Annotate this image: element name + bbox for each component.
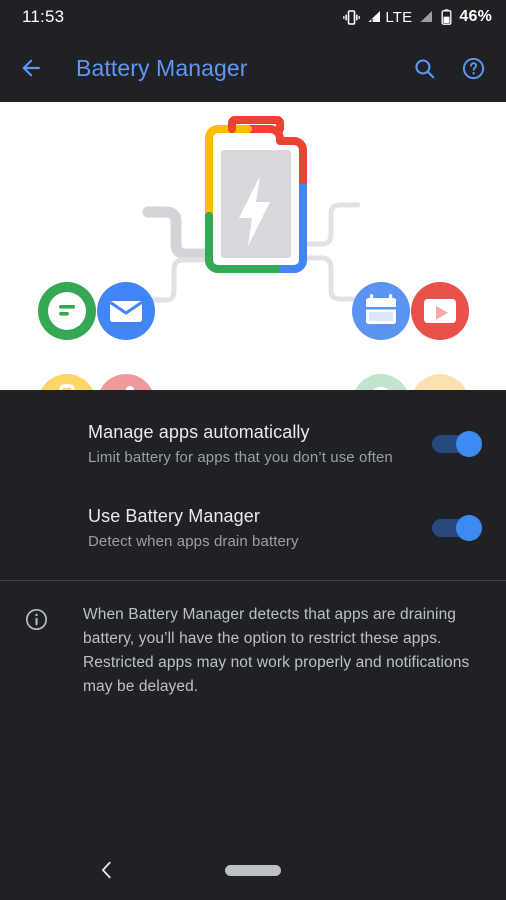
pref-summary: Detect when apps drain battery (88, 533, 299, 550)
fitness-icon (100, 374, 152, 390)
toggle-manage-apps-automatically[interactable] (430, 428, 482, 460)
status-bar: 11:53 x LTE 46% (0, 0, 506, 34)
pref-text-block: Manage apps automatically Limit battery … (88, 420, 430, 468)
pref-summary: Limit battery for apps that you don’t us… (88, 449, 393, 466)
phone-screen: 11:53 x LTE 46% Battery Manager Manage a… (0, 0, 506, 900)
pref-text-block: Use Battery Manager Detect when apps dra… (88, 504, 430, 552)
arrow-back-icon[interactable] (18, 55, 44, 81)
chevron-back-icon[interactable] (96, 859, 118, 881)
info-circle-icon (24, 607, 49, 699)
vibrate-icon (343, 9, 361, 25)
status-bar-clock: 11:53 (22, 7, 65, 26)
email-icon (97, 282, 155, 340)
briefcase-icon (41, 374, 93, 390)
toggle-thumb (456, 515, 482, 541)
video-player-icon (411, 282, 469, 340)
pref-title: Use Battery Manager (88, 506, 260, 526)
app-bar-actions (412, 56, 486, 81)
search-icon[interactable] (412, 56, 437, 81)
messages-icon (38, 282, 96, 340)
pref-row-manage-apps-automatically[interactable]: Manage apps automatically Limit battery … (0, 402, 506, 486)
app-bar: Battery Manager (0, 34, 506, 102)
battery-graphic (205, 116, 307, 273)
illustration-svg (38, 116, 469, 390)
battery-manager-hero-illustration (0, 102, 506, 390)
battery-percent-label: 46% (459, 8, 492, 25)
camera-icon (414, 374, 466, 390)
home-gesture-pill[interactable] (225, 864, 281, 876)
pref-row-use-battery-manager[interactable]: Use Battery Manager Detect when apps dra… (0, 486, 506, 570)
calendar-icon (352, 282, 410, 340)
pref-title: Manage apps automatically (88, 422, 310, 442)
signal-bars-icon (419, 10, 434, 24)
status-bar-icons: x LTE 46% (343, 8, 492, 26)
system-navigation-bar (0, 840, 506, 900)
toggle-thumb (456, 431, 482, 457)
toggle-use-battery-manager[interactable] (430, 512, 482, 544)
footer-info-text: When Battery Manager detects that apps a… (83, 606, 470, 695)
battery-icon (441, 9, 452, 25)
footer-info: When Battery Manager detects that apps a… (0, 581, 506, 699)
network-type-label: LTE (385, 8, 413, 26)
maps-icon (355, 374, 407, 390)
page-title: Battery Manager (76, 54, 248, 81)
signal-no-sim-icon: x (367, 10, 382, 24)
preferences-section: Manage apps automatically Limit battery … (0, 390, 506, 699)
help-circle-icon[interactable] (461, 56, 486, 81)
